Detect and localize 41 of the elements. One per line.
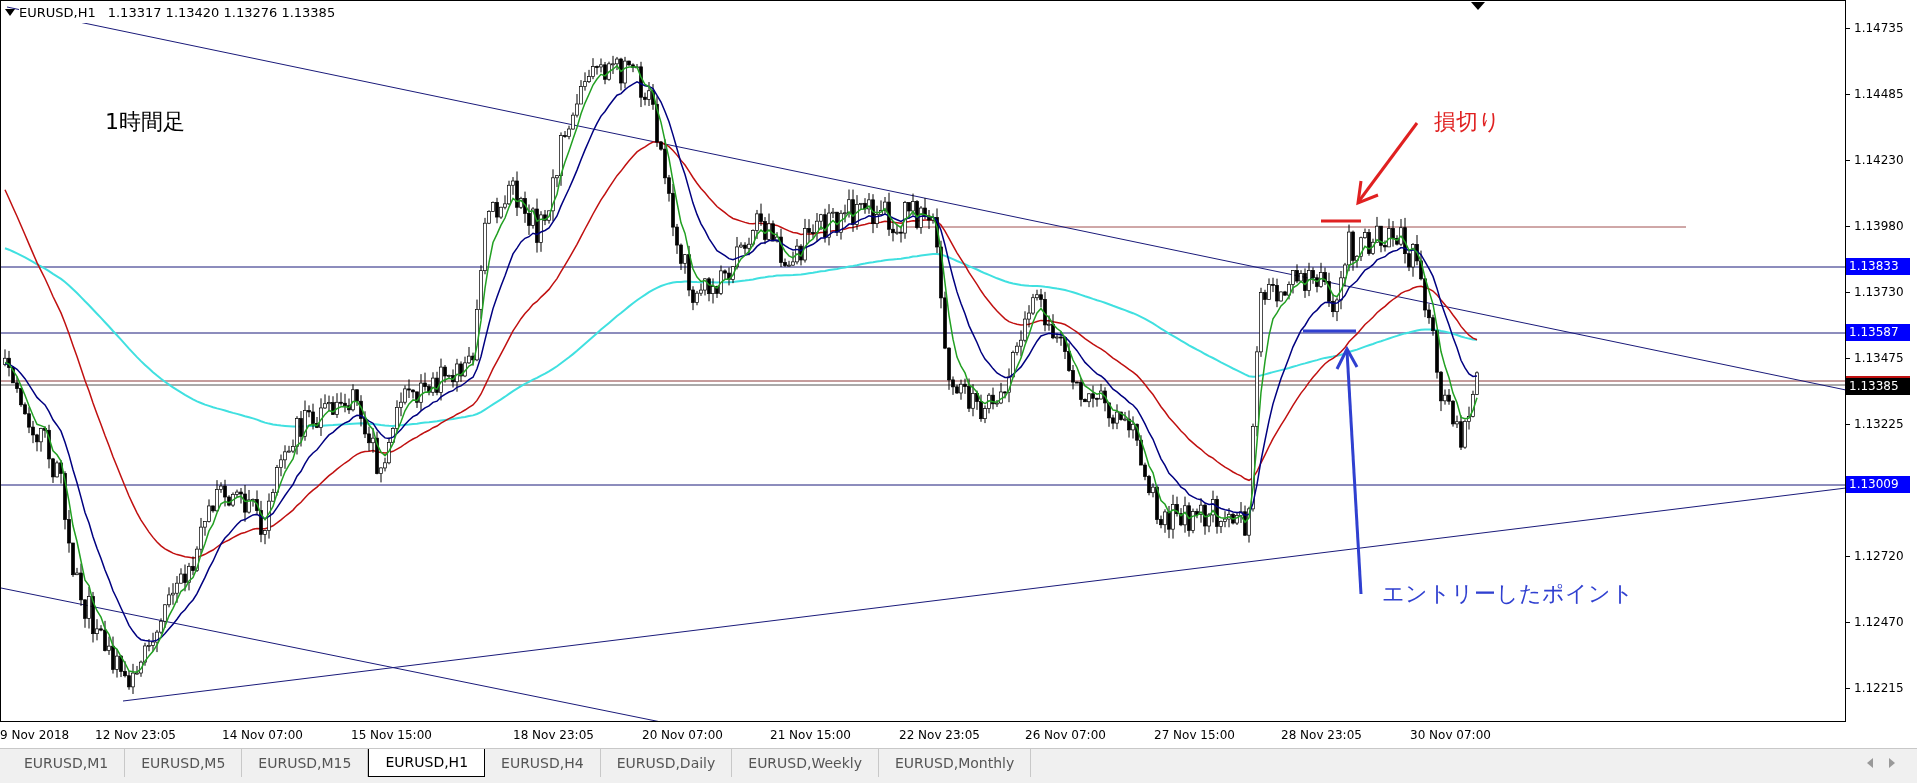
scroll-right-icon[interactable]	[1889, 758, 1895, 768]
time-axis-label: 14 Nov 07:00	[222, 727, 303, 744]
current-price-tag: 1.13385	[1846, 376, 1910, 395]
price-axis-label: 1.13980	[1854, 218, 1904, 235]
scroll-left-icon[interactable]	[1867, 758, 1873, 768]
time-axis-label: 22 Nov 23:05	[899, 727, 980, 744]
time-axis-label: 30 Nov 07:00	[1410, 727, 1491, 744]
price-level-tag: 1.13587	[1846, 324, 1910, 341]
price-level-tag: 1.13009	[1846, 476, 1910, 493]
chart-tab[interactable]: EURUSD,Weekly	[732, 749, 879, 777]
price-axis-label: 1.13475	[1854, 350, 1904, 367]
price-axis-label: 1.14485	[1854, 86, 1904, 103]
time-axis-label: 20 Nov 07:00	[642, 727, 723, 744]
price-level-tag: 1.13833	[1846, 258, 1910, 275]
timeframe-label: 1時間足	[105, 111, 185, 133]
time-axis-label: 15 Nov 15:00	[351, 727, 432, 744]
chart-tab[interactable]: EURUSD,H1	[368, 749, 486, 777]
chart-tab[interactable]: EURUSD,H4	[485, 749, 601, 777]
time-axis-label: 18 Nov 23:05	[513, 727, 594, 744]
price-axis-label: 1.12215	[1854, 680, 1904, 697]
price-axis-label: 1.13225	[1854, 416, 1904, 433]
time-axis-label: 9 Nov 2018	[0, 727, 70, 744]
caret-icon	[5, 8, 15, 17]
price-axis-label: 1.12720	[1854, 548, 1904, 565]
price-axis-label: 1.14230	[1854, 152, 1904, 169]
time-axis-label: 12 Nov 23:05	[95, 727, 176, 744]
price-axis-label: 1.13730	[1854, 284, 1904, 301]
stop-loss-marker	[1321, 219, 1361, 223]
time-axis-label: 28 Nov 23:05	[1281, 727, 1362, 744]
time-axis-label: 21 Nov 15:00	[770, 727, 851, 744]
entry-marker	[1303, 329, 1356, 333]
time-axis-label: 26 Nov 07:00	[1025, 727, 1106, 744]
price-axis-label: 1.14735	[1854, 20, 1904, 37]
time-axis-label: 27 Nov 15:00	[1154, 727, 1235, 744]
stop-loss-label: 損切り	[1434, 111, 1501, 133]
chart-tab[interactable]: EURUSD,M5	[125, 749, 243, 777]
chart-tab[interactable]: EURUSD,Daily	[600, 749, 733, 777]
entry-point-label: エントリーしたポイント	[1382, 583, 1634, 605]
chart-tab[interactable]: EURUSD,Monthly	[879, 749, 1032, 777]
chart-tab[interactable]: EURUSD,M1	[8, 749, 126, 777]
price-axis-label: 1.12470	[1854, 614, 1904, 631]
